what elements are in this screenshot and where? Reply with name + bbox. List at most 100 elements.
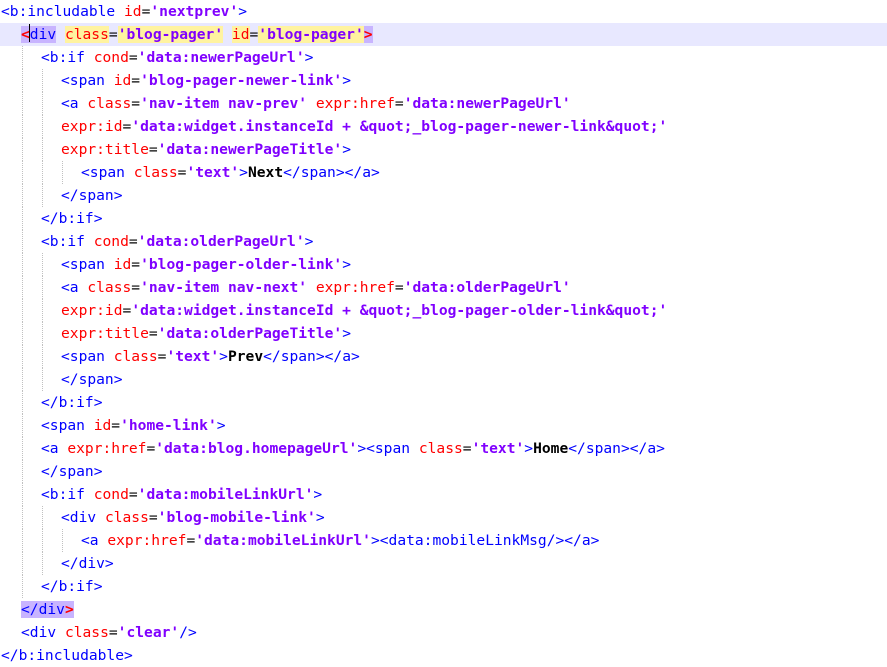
equals-token: = [462, 440, 472, 457]
xml-tag-token: </div> [61, 555, 114, 572]
code-editor[interactable]: <b:includable id='nextprev'> <div class='… [0, 0, 887, 666]
xml-attribute-token: expr:href [67, 440, 147, 457]
indent-guide [62, 529, 63, 552]
xml-tag-token: </b:if> [41, 394, 103, 411]
highlighted-attribute-token: id [231, 26, 250, 43]
equals-token: = [122, 118, 132, 135]
code-line[interactable]: <b:if cond='data:mobileLinkUrl'> [0, 483, 887, 506]
code-line[interactable]: <span id='home-link'> [0, 414, 887, 437]
xml-tag-token [307, 95, 316, 112]
highlighted-attribute-token: class [64, 26, 109, 43]
code-line[interactable]: <b:if cond='data:newerPageUrl'> [0, 46, 887, 69]
xml-tag-token: <span [61, 72, 114, 89]
xml-attribute-token: id [124, 3, 142, 20]
code-line[interactable]: <span class='text'>Next</span></a> [0, 161, 887, 184]
code-line[interactable]: </span> [0, 460, 887, 483]
indent-guide [22, 69, 23, 92]
xml-tag-token: <b:if [41, 486, 94, 503]
xml-tag-token: <a [61, 95, 88, 112]
indent-guide [22, 299, 23, 322]
code-line[interactable]: expr:title='data:newerPageTitle'> [0, 138, 887, 161]
brace-match-token: > [363, 26, 373, 43]
indent-guide [22, 575, 23, 598]
brace-match-token: div [29, 26, 57, 43]
indent-guide [22, 253, 23, 276]
xml-tag-token: ><span [357, 440, 419, 457]
equals-token: = [128, 233, 138, 250]
xml-attribute-token: class [64, 624, 109, 641]
xml-attribute-token: cond [93, 486, 129, 503]
code-line[interactable]: <span class='text'>Prev</span></a> [0, 345, 887, 368]
equals-token: = [122, 302, 132, 319]
code-line[interactable]: <a expr:href='data:blog.homepageUrl'><sp… [0, 437, 887, 460]
code-line[interactable]: <span id='blog-pager-older-link'> [0, 253, 887, 276]
indent-guide [42, 92, 43, 115]
equals-token: = [128, 49, 138, 66]
code-line[interactable]: </span> [0, 368, 887, 391]
code-line[interactable]: <b:includable id='nextprev'> [0, 0, 887, 23]
indent-guide [22, 460, 23, 483]
code-line[interactable]: </div> [0, 598, 887, 621]
highlighted-value-token: 'blog-pager' [117, 26, 224, 43]
xml-tag-token: </span></a> [283, 164, 380, 181]
xml-value-token: 'data:olderPageUrl' [403, 279, 571, 296]
indent-guide [42, 253, 43, 276]
code-line[interactable]: <div class='clear'/> [0, 621, 887, 644]
code-line[interactable]: </b:if> [0, 575, 887, 598]
indent-guide [22, 483, 23, 506]
xml-value-token: 'data:mobileLinkUrl' [195, 532, 371, 549]
xml-tag-token: > [342, 325, 351, 342]
xml-tag-token [307, 279, 316, 296]
equals-token: = [148, 141, 158, 158]
xml-attribute-token: cond [93, 49, 129, 66]
xml-attribute-token: class [113, 348, 158, 365]
indent-guide [42, 115, 43, 138]
xml-tag-token: ><data:mobileLinkMsg/></a> [370, 532, 600, 549]
code-line[interactable]: </div> [0, 552, 887, 575]
code-line[interactable]: </b:includable> [0, 644, 887, 667]
code-line[interactable]: expr:id='data:widget.instanceId + &quot;… [0, 299, 887, 322]
code-line[interactable]: <div class='blog-pager' id='blog-pager'> [0, 23, 887, 46]
indent-guide [22, 391, 23, 414]
brace-match-token: > [64, 601, 74, 618]
xml-attribute-token: expr:id [61, 118, 123, 135]
xml-value-token: 'data:widget.instanceId + &quot;_blog-pa… [131, 118, 668, 135]
code-line[interactable]: <a expr:href='data:mobileLinkUrl'><data:… [0, 529, 887, 552]
code-line[interactable]: <div class='blog-mobile-link'> [0, 506, 887, 529]
xml-tag-token: <a [41, 440, 68, 457]
code-line[interactable]: </span> [0, 184, 887, 207]
code-line[interactable]: </b:if> [0, 391, 887, 414]
indent-guide [42, 69, 43, 92]
xml-tag-token: </span></a> [568, 440, 665, 457]
code-line[interactable]: <a class='nav-item nav-next' expr:href='… [0, 276, 887, 299]
xml-tag-token: > [342, 141, 351, 158]
xml-tag-token: <a [81, 532, 108, 549]
code-line[interactable]: </b:if> [0, 207, 887, 230]
xml-tag-token: <span [61, 256, 114, 273]
xml-tag-token: <a [61, 279, 88, 296]
xml-attribute-token: expr:href [315, 95, 395, 112]
xml-value-token: 'data:olderPageTitle' [157, 325, 343, 342]
code-line[interactable]: <a class='nav-item nav-prev' expr:href='… [0, 92, 887, 115]
xml-tag-token: </b:if> [41, 578, 103, 595]
equals-token: = [186, 532, 196, 549]
xml-value-token: 'nav-item nav-prev' [140, 95, 308, 112]
code-line[interactable]: expr:id='data:widget.instanceId + &quot;… [0, 115, 887, 138]
indent-guide [42, 552, 43, 575]
xml-tag-token: > [313, 486, 323, 503]
equals-token: = [128, 486, 138, 503]
text-content-token: Home [533, 440, 569, 457]
xml-tag-token: </span> [61, 187, 123, 204]
indent-guide [22, 322, 23, 345]
code-line[interactable]: expr:title='data:olderPageTitle'> [0, 322, 887, 345]
indent-guide [22, 207, 23, 230]
text-content-token: Prev [227, 348, 264, 365]
xml-value-token: 'text' [471, 440, 525, 457]
xml-value-token: 'data:olderPageUrl' [137, 233, 305, 250]
code-line[interactable]: <span id='blog-pager-newer-link'> [0, 69, 887, 92]
xml-attribute-token: expr:href [107, 532, 187, 549]
code-line[interactable]: <b:if cond='data:olderPageUrl'> [0, 230, 887, 253]
xml-tag-token: /> [179, 624, 197, 641]
indent-guide [62, 161, 63, 184]
xml-tag-token: > [219, 348, 228, 365]
